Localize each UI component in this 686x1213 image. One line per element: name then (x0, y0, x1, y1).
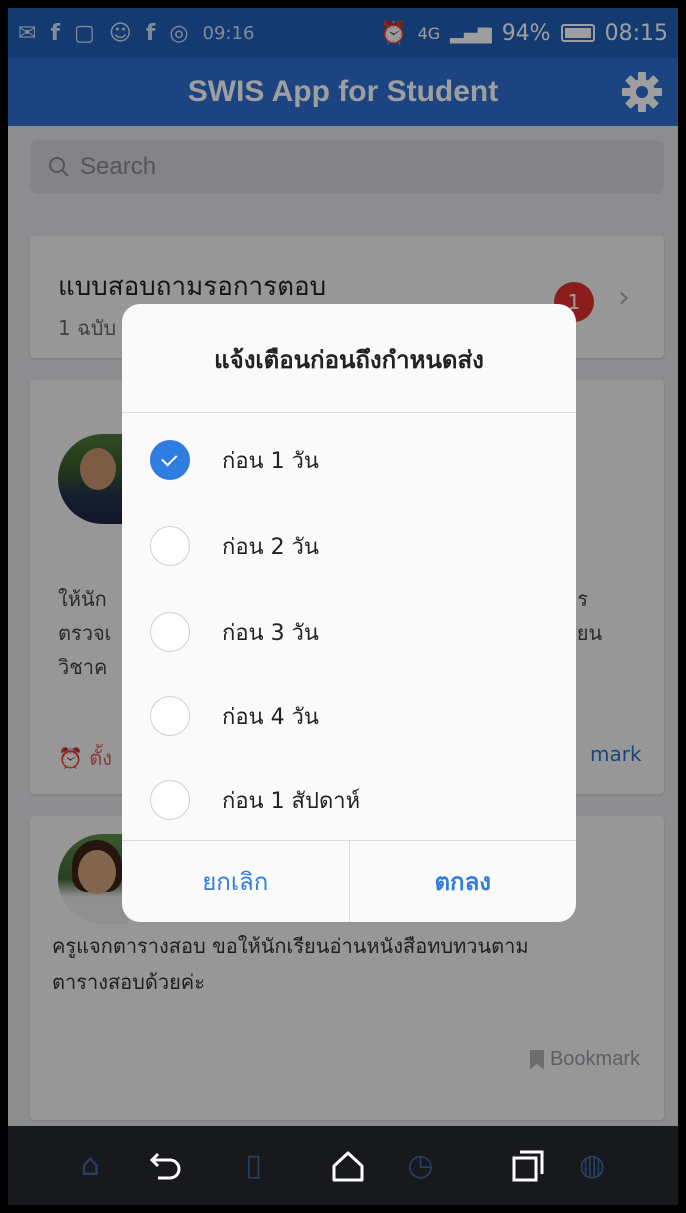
home-tab-icon: ⌂ (80, 1148, 100, 1183)
recents-icon[interactable] (508, 1146, 548, 1186)
divider (122, 412, 576, 413)
reminder-dialog: แจ้งเตือนก่อนถึงกำหนดส่ง ก่อน 1 วัน ก่อน… (122, 304, 576, 922)
radio-checked[interactable] (150, 440, 190, 480)
radio[interactable] (150, 696, 190, 736)
radio[interactable] (150, 780, 190, 820)
dialog-buttons: ยกเลิก ตกลง (122, 840, 576, 922)
dialog-title: แจ้งเตือนก่อนถึงกำหนดส่ง (214, 346, 484, 374)
ok-button[interactable]: ตกลง (350, 841, 577, 922)
option-label: ก่อน 1 สัปดาห์ (222, 788, 361, 814)
system-nav-bar: ⌂ ▯ ◷ ◍ (8, 1126, 678, 1205)
option-4-days[interactable]: ก่อน 4 วัน (122, 674, 576, 758)
globe-tab-icon: ◍ (579, 1148, 606, 1183)
option-label: ก่อน 3 วัน (222, 620, 319, 646)
home-icon[interactable] (328, 1146, 368, 1186)
option-2-days[interactable]: ก่อน 2 วัน (122, 504, 576, 588)
radio[interactable] (150, 526, 190, 566)
back-icon[interactable] (146, 1146, 186, 1186)
option-label: ก่อน 1 วัน (222, 448, 319, 474)
option-1-week[interactable]: ก่อน 1 สัปดาห์ (122, 758, 576, 842)
option-1-day[interactable]: ก่อน 1 วัน (122, 418, 576, 502)
option-label: ก่อน 2 วัน (222, 534, 319, 560)
radio[interactable] (150, 612, 190, 652)
bookmark-tab-icon: ▯ (245, 1148, 262, 1183)
option-label: ก่อน 4 วัน (222, 704, 319, 730)
option-3-days[interactable]: ก่อน 3 วัน (122, 590, 576, 674)
cancel-button[interactable]: ยกเลิก (122, 841, 350, 922)
alarm-tab-icon: ◷ (407, 1148, 434, 1183)
phone-screen: ✉ f ▢ ☺ f ◎ 09:16 ⏰ 4G ▂▄▆ 94% 08:15 SWI… (8, 8, 678, 1205)
